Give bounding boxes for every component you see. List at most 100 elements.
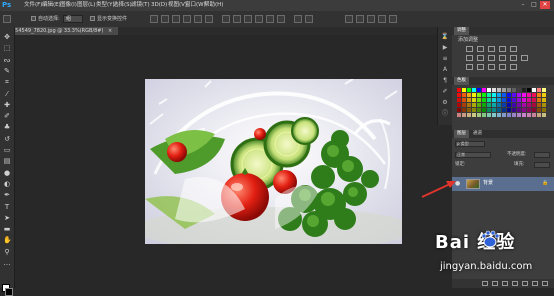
color-swatch[interactable] <box>457 93 461 97</box>
color-swatch[interactable] <box>517 108 521 112</box>
color-swatch[interactable] <box>482 93 486 97</box>
color-swatch[interactable] <box>482 98 486 102</box>
vibrance-icon[interactable] <box>510 46 517 52</box>
history-brush-icon[interactable]: ↺ <box>3 135 11 143</box>
shape-tool-icon[interactable]: ▬ <box>3 225 11 233</box>
align-distribute-icon[interactable] <box>305 15 313 23</box>
color-swatch[interactable] <box>522 108 526 112</box>
menu-item-10[interactable]: 帮助(H) <box>204 2 223 9</box>
color-swatch[interactable] <box>517 98 521 102</box>
color-swatch[interactable] <box>527 103 531 107</box>
color-swatch[interactable] <box>527 108 531 112</box>
color-swatch[interactable] <box>467 103 471 107</box>
3d-slide-icon[interactable] <box>378 15 386 23</box>
color-swatch[interactable] <box>512 113 516 117</box>
color-swatch[interactable] <box>502 93 506 97</box>
zoom-tool-icon[interactable]: ⚲ <box>3 248 11 256</box>
lasso-tool-icon[interactable]: ᔓ <box>3 56 11 64</box>
tab-swatches[interactable]: 色板 <box>454 77 469 85</box>
align-distribute-icon[interactable] <box>233 15 241 23</box>
menu-item-1[interactable]: 编辑(E) <box>42 2 61 9</box>
color-swatch[interactable] <box>472 88 476 92</box>
color-swatch[interactable] <box>497 108 501 112</box>
color-swatch[interactable] <box>482 88 486 92</box>
brush-panel-icon[interactable]: ✐ <box>441 88 449 96</box>
auto-select-dropdown[interactable]: 组 <box>63 15 83 23</box>
quick-select-tool-icon[interactable]: ✎ <box>3 67 11 75</box>
color-swatch[interactable] <box>537 108 541 112</box>
gradient-map-icon[interactable] <box>499 64 506 70</box>
color-swatch[interactable] <box>542 113 546 117</box>
color-swatch[interactable] <box>532 103 536 107</box>
menu-item-4[interactable]: 类型(Y) <box>96 2 115 9</box>
blur-tool-icon[interactable]: ● <box>3 169 11 177</box>
color-swatch[interactable] <box>497 103 501 107</box>
color-swatch[interactable] <box>542 103 546 107</box>
menu-item-6[interactable]: 滤镜(T) <box>131 2 150 9</box>
color-swatch[interactable] <box>537 98 541 102</box>
color-swatch[interactable] <box>512 88 516 92</box>
info-panel-icon[interactable]: ⓘ <box>441 110 449 118</box>
marquee-tool-icon[interactable]: ⬚ <box>3 44 11 52</box>
eraser-tool-icon[interactable]: ▭ <box>3 146 11 154</box>
menu-item-9[interactable]: 窗口(W) <box>185 2 206 9</box>
align-distribute-icon[interactable] <box>150 15 158 23</box>
align-distribute-icon[interactable] <box>172 15 180 23</box>
path-select-icon[interactable]: ➤ <box>3 214 11 222</box>
color-swatch[interactable] <box>512 108 516 112</box>
character-panel-icon[interactable]: A <box>441 66 449 74</box>
color-swatch[interactable] <box>487 88 491 92</box>
color-swatch[interactable] <box>492 113 496 117</box>
menu-item-2[interactable]: 图像(I) <box>60 2 77 9</box>
color-swatch[interactable] <box>477 103 481 107</box>
posterize-icon[interactable] <box>477 64 484 70</box>
history-panel-icon[interactable]: ⌛ <box>441 33 449 41</box>
photo-filter-icon[interactable] <box>499 55 506 61</box>
crop-tool-icon[interactable]: ⌗ <box>3 78 11 86</box>
color-lookup-icon[interactable] <box>521 55 528 61</box>
tab-adjustments[interactable]: 调整 <box>454 27 469 35</box>
color-swatch[interactable] <box>542 88 546 92</box>
align-distribute-icon[interactable] <box>266 15 274 23</box>
dodge-tool-icon[interactable]: ◐ <box>3 180 11 188</box>
color-swatch[interactable] <box>467 108 471 112</box>
align-distribute-icon[interactable] <box>277 15 285 23</box>
menu-item-5[interactable]: 选择(S) <box>113 2 132 9</box>
brush-tool-icon[interactable]: ✐ <box>3 112 11 120</box>
black-white-icon[interactable] <box>488 55 495 61</box>
align-distribute-icon[interactable] <box>222 15 230 23</box>
menu-item-3[interactable]: 图层(L) <box>77 2 95 9</box>
threshold-icon[interactable] <box>488 64 495 70</box>
color-swatch[interactable] <box>542 108 546 112</box>
color-swatch[interactable] <box>507 103 511 107</box>
align-distribute-icon[interactable] <box>183 15 191 23</box>
color-swatch[interactable] <box>512 103 516 107</box>
color-swatch[interactable] <box>507 88 511 92</box>
color-swatch[interactable] <box>517 93 521 97</box>
color-swatch[interactable] <box>462 93 466 97</box>
color-swatch[interactable] <box>527 93 531 97</box>
color-swatch[interactable] <box>522 93 526 97</box>
show-transform-checkbox[interactable] <box>90 16 95 21</box>
color-swatch[interactable] <box>522 88 526 92</box>
align-distribute-icon[interactable] <box>244 15 252 23</box>
opacity-field[interactable] <box>534 152 550 158</box>
color-swatch[interactable] <box>532 93 536 97</box>
more-tools-icon[interactable]: … <box>3 259 11 267</box>
color-swatch[interactable] <box>537 88 541 92</box>
color-swatch[interactable] <box>492 88 496 92</box>
color-swatch[interactable] <box>507 108 511 112</box>
clone-stamp-icon[interactable]: ♣ <box>3 123 11 131</box>
document-tab[interactable]: 154549_7820.jpg @ 33.3%(RGB/8#) × <box>10 27 119 35</box>
3d-orbit-icon[interactable] <box>345 15 353 23</box>
color-swatch[interactable] <box>527 98 531 102</box>
color-swatch[interactable] <box>537 113 541 117</box>
color-swatch[interactable] <box>457 103 461 107</box>
color-swatch[interactable] <box>487 98 491 102</box>
maximize-button[interactable]: □ <box>529 1 539 9</box>
align-distribute-icon[interactable] <box>205 15 213 23</box>
color-swatch[interactable] <box>497 98 501 102</box>
color-swatch[interactable] <box>527 88 531 92</box>
type-tool-icon[interactable]: T <box>3 203 11 211</box>
paragraph-panel-icon[interactable]: ¶ <box>441 77 449 85</box>
